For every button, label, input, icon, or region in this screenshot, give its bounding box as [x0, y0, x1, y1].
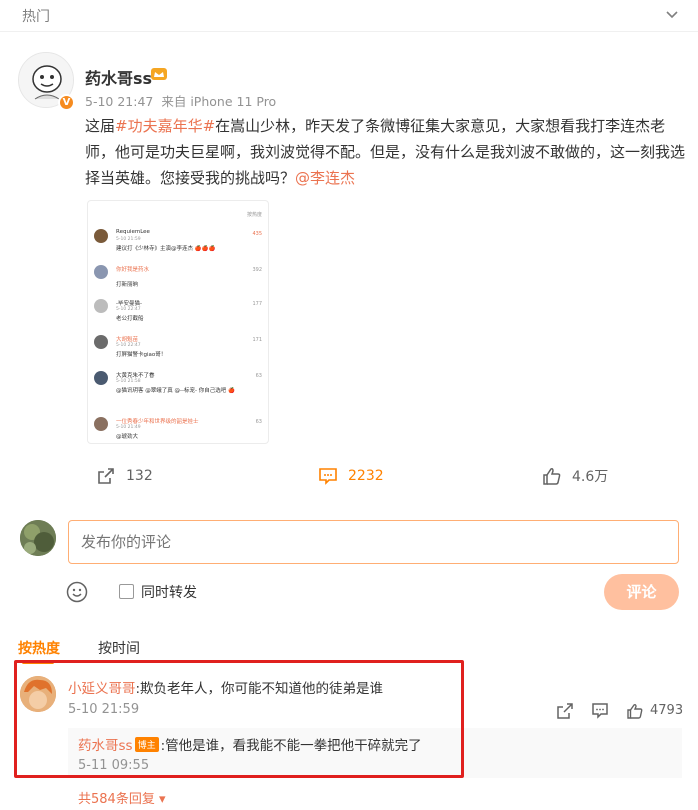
image-comment-text: 打新丽晌	[116, 282, 139, 288]
comment-like-icon[interactable]	[626, 701, 644, 721]
tab-sort-hot[interactable]: 按热度	[18, 638, 60, 658]
image-comment-time: 5-10 21:59	[116, 237, 141, 242]
repost-icon	[98, 468, 114, 484]
image-comment-likes: 392	[252, 267, 262, 273]
image-comment-name: 你好我是药水	[116, 267, 150, 273]
image-comment-text: 建议打《少林寺》主演@李连杰 🍎🍎🍎	[116, 246, 216, 252]
post-text-1: 这届	[85, 117, 116, 135]
emoji-icon[interactable]	[66, 581, 88, 603]
repost-checkbox[interactable]	[119, 584, 134, 599]
image-comment-time: 5-10 21:49	[116, 425, 141, 430]
post-action-bar: 132 2232 4.6万	[0, 460, 698, 492]
repost-checkbox-label[interactable]: 同时转发	[141, 582, 197, 602]
comment-button[interactable]: 2232	[318, 464, 384, 488]
feed-title: 热门	[22, 9, 50, 25]
caret-down-icon: ▾	[158, 792, 166, 807]
post-image[interactable]: 按热度 RequiemLee 5-10 21:59 建议打《少林寺》主演@李连杰…	[87, 200, 269, 444]
image-comment-name: 一位秀春少年和世界级的韶是娃士	[116, 419, 199, 425]
image-comment-text: @猫讯玥客 @翠蛾了真 @--标宠- 你自己选吧 🍎	[116, 388, 235, 394]
image-comment-likes: 63	[255, 373, 262, 379]
view-more-replies-link[interactable]: 共584条回复 ▾	[78, 788, 166, 807]
image-sort-label: 按热度	[246, 212, 262, 218]
image-comment-name: -毕安曼猫-	[116, 301, 142, 307]
verified-badge: V	[58, 94, 75, 111]
image-comment-time: 5-10 21:58	[116, 379, 141, 384]
post-meta: 5-10 21:47 来自 iPhone 11 Pro	[85, 91, 280, 110]
highlight-box	[14, 660, 464, 778]
submit-comment-button[interactable]: 评论	[604, 574, 679, 610]
comment-repost-icon[interactable]	[556, 701, 574, 721]
mention-link[interactable]: @李连杰	[295, 169, 355, 187]
comment-like-count: 4793	[650, 703, 684, 718]
current-user-avatar[interactable]	[20, 520, 56, 556]
comment-input[interactable]	[68, 520, 679, 564]
image-avatar	[94, 265, 108, 279]
vip-crown-icon	[151, 68, 167, 80]
image-comment-likes: 435	[252, 231, 262, 237]
image-avatar	[94, 417, 108, 431]
like-count: 4.6万	[572, 469, 609, 485]
image-avatar	[94, 371, 108, 385]
hashtag-link[interactable]: #功夫嘉年华#	[115, 117, 215, 135]
image-comment-name: 大胡魁苗	[116, 337, 139, 343]
comment-count: 2232	[348, 468, 384, 484]
feed-header: 热门	[0, 0, 698, 32]
image-comment-text: 老公打截船	[116, 316, 144, 322]
comment-reply-icon[interactable]	[591, 701, 609, 721]
post-body: 这届#功夫嘉年华#在嵩山少林，昨天发了条微博征集大家意见，大家想看我打李连杰老师…	[85, 113, 685, 191]
post-time[interactable]: 5-10 21:47	[85, 94, 153, 109]
image-comment-text: @琥劲大	[116, 434, 139, 440]
more-replies-label: 共584条回复	[78, 792, 155, 807]
image-comment-likes: 171	[252, 337, 262, 343]
image-comment-time: 5-10 22:47	[116, 307, 141, 312]
post-source: 来自 iPhone 11 Pro	[161, 94, 277, 109]
image-comment-text: 打屏猫警卡giao哥！	[116, 352, 167, 358]
image-comment-time: 5-10 22:47	[116, 343, 141, 348]
image-avatar	[94, 335, 108, 349]
image-avatar	[94, 229, 108, 243]
repost-count: 132	[126, 468, 153, 484]
thumbs-up-icon	[543, 468, 561, 485]
tab-sort-time[interactable]: 按时间	[98, 638, 140, 658]
image-avatar	[94, 299, 108, 313]
image-comment-likes: 63	[255, 419, 262, 425]
like-button[interactable]: 4.6万	[542, 464, 608, 488]
chevron-down-icon[interactable]	[664, 6, 680, 22]
author-name[interactable]: 药水哥ss	[85, 65, 152, 89]
repost-button[interactable]: 132	[96, 464, 153, 488]
comment-icon	[319, 468, 337, 485]
image-comment-name: RequiemLee	[116, 229, 150, 235]
image-comment-name: 大黄克朱不了眷	[116, 373, 155, 379]
image-comment-likes: 177	[252, 301, 262, 307]
